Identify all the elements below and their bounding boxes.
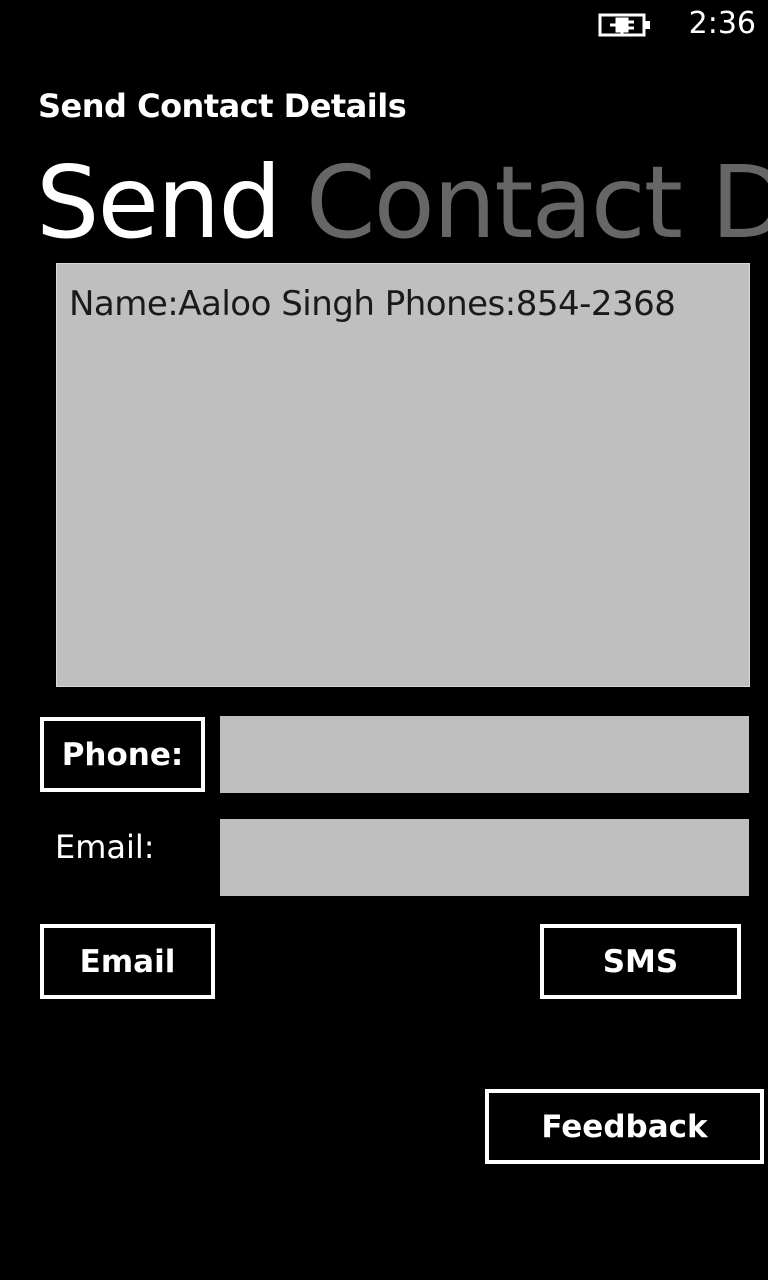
sms-button[interactable]: SMS [540,924,741,999]
pivot-item-contact-details[interactable]: Contact D [306,144,768,261]
email-button[interactable]: Email [40,924,215,999]
email-label: Email: [55,828,155,866]
contact-details-textbox[interactable]: Name:Aaloo Singh Phones:854-2368 [56,263,750,687]
battery-charging-icon [598,12,652,38]
phone-button[interactable]: Phone: [40,717,205,792]
app-title: Send Contact Details [38,87,407,125]
pivot-item-send[interactable]: Send [36,144,282,261]
contact-details-text: Name:Aaloo Singh Phones:854-2368 [69,284,676,324]
pivot-header: Send Contact D [36,140,768,266]
feedback-button[interactable]: Feedback [485,1089,764,1164]
phone-input[interactable] [220,716,749,793]
status-clock: 2:36 [688,6,756,41]
email-input[interactable] [220,819,749,896]
